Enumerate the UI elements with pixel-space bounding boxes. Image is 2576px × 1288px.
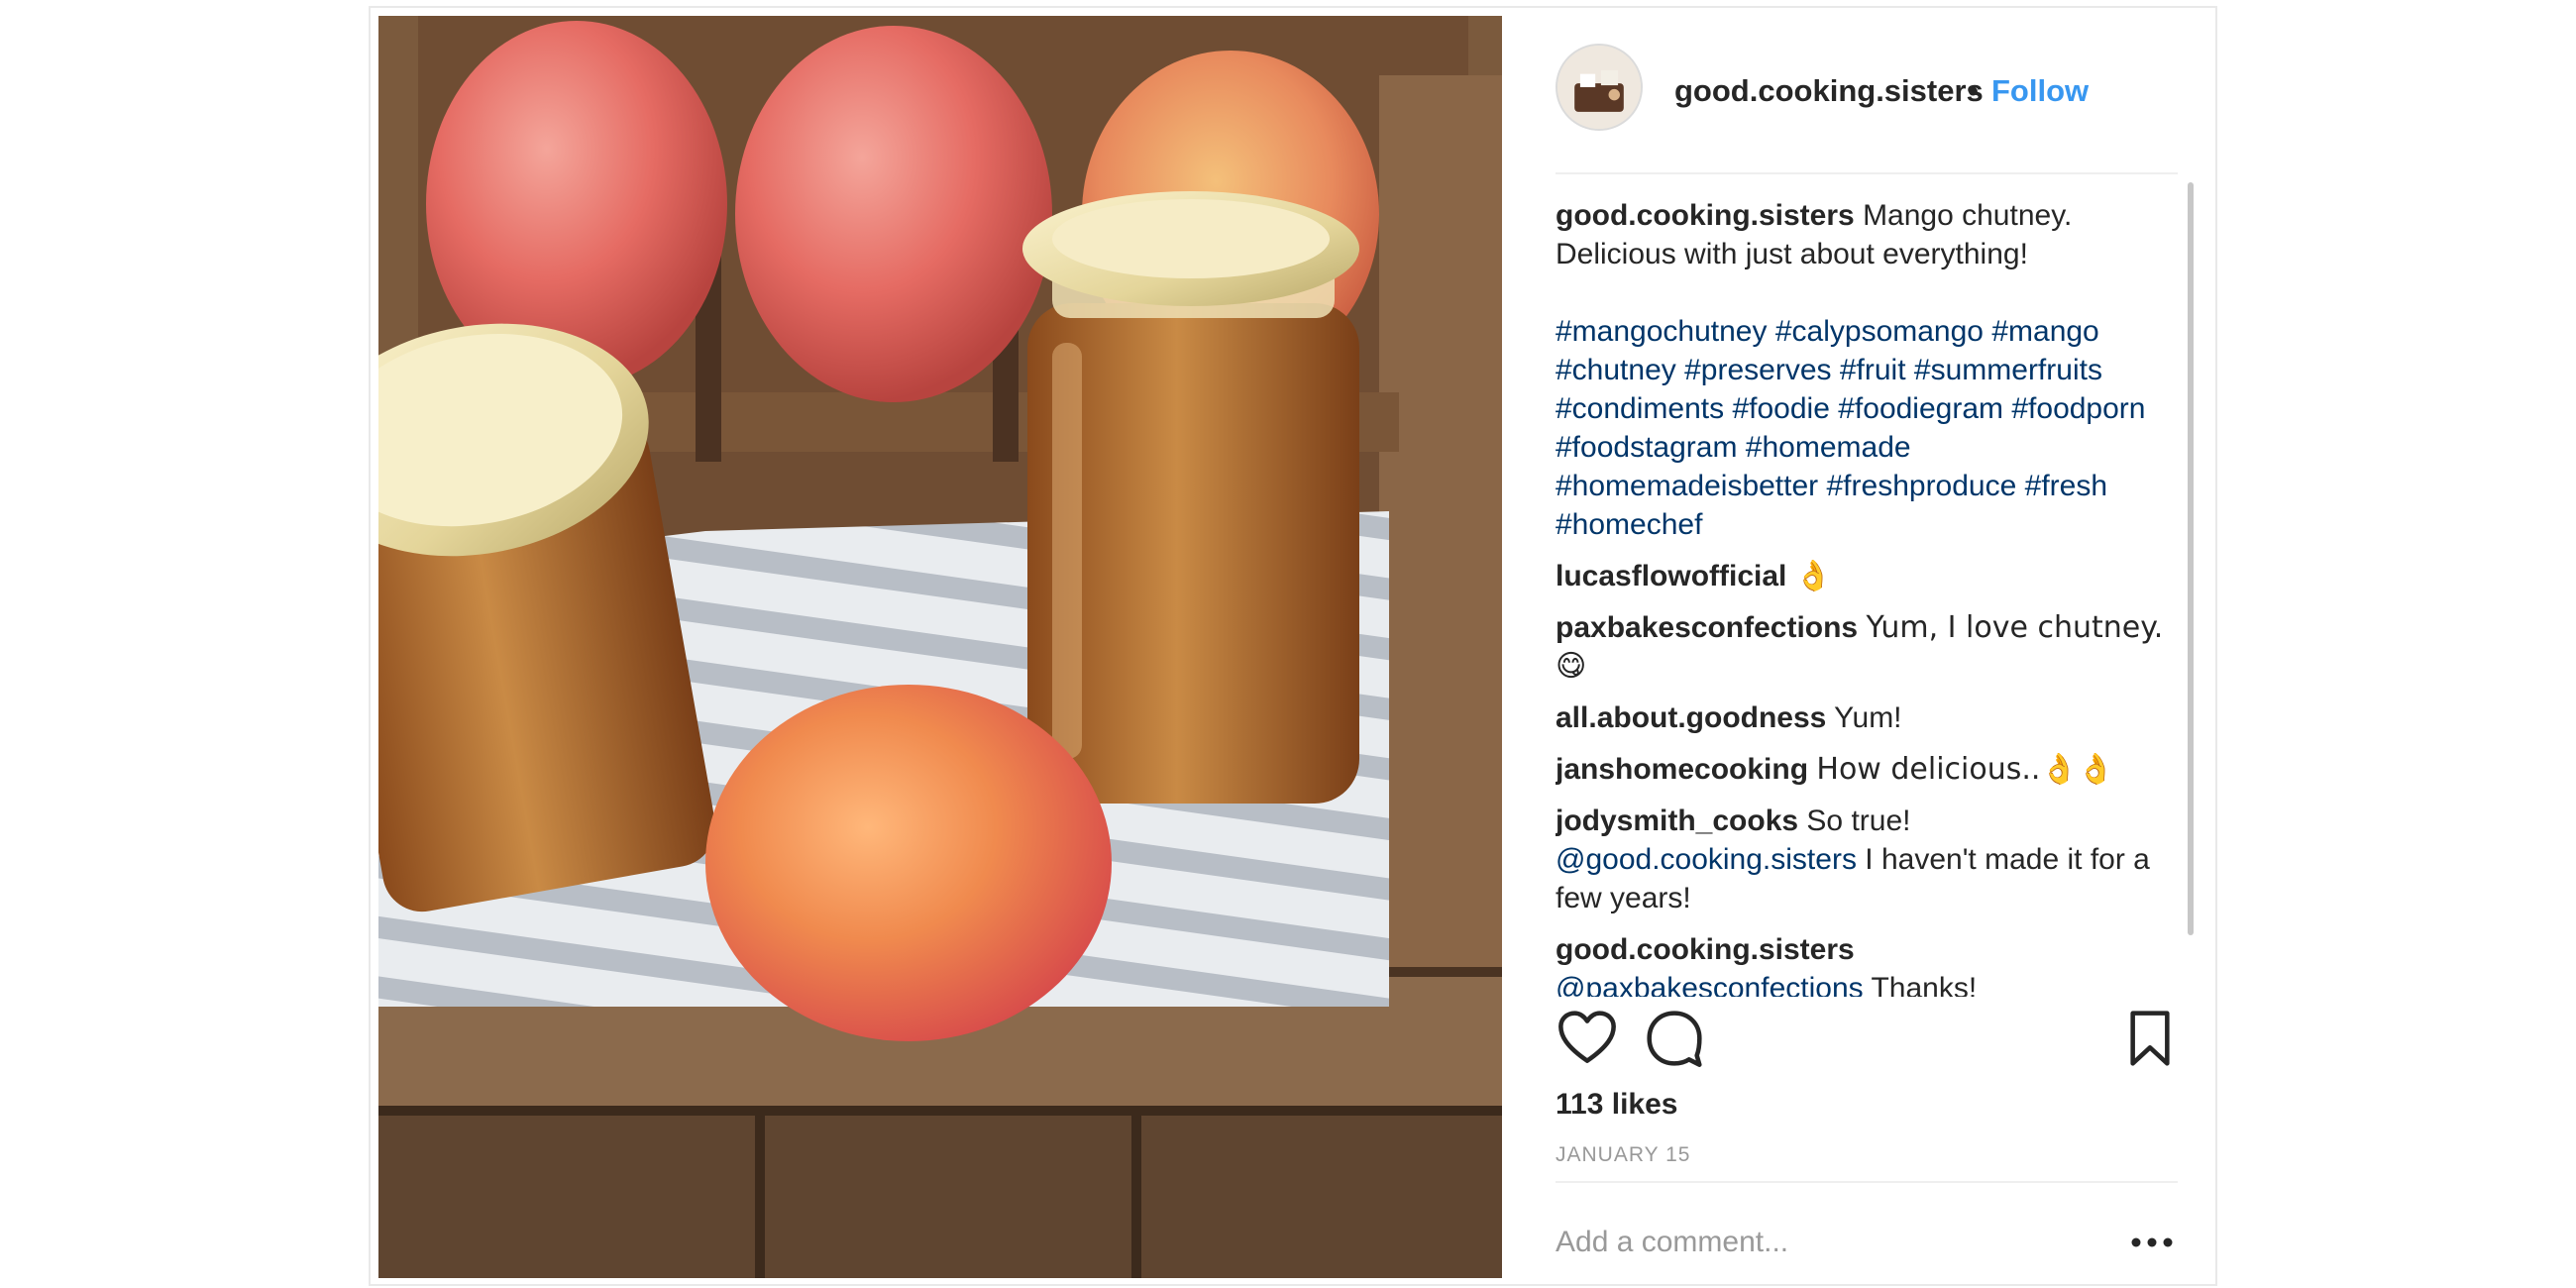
hashtag[interactable]: #mango	[1991, 315, 2098, 348]
hashtag[interactable]: #foodiegram	[1838, 392, 2003, 425]
hashtag[interactable]: #calypsomango	[1775, 315, 1984, 348]
hashtag[interactable]: #condiments	[1556, 392, 1724, 425]
comment-username[interactable]: lucasflowofficial	[1556, 560, 1786, 592]
comment-text: Thanks!	[1871, 972, 1978, 997]
caption: good.cooking.sisters Mango chutney. Deli…	[1556, 196, 2168, 273]
comment-username[interactable]: jodysmith_cooks	[1556, 805, 1798, 837]
hashtag[interactable]: #fresh	[2025, 470, 2107, 502]
header-username[interactable]: good.cooking.sisters	[1674, 73, 1984, 109]
post-date: JANUARY 15	[1556, 1143, 1691, 1166]
post-details-panel: good.cooking.sisters • Follow good.cooki…	[1508, 8, 2217, 1284]
heart-icon[interactable]	[1556, 1007, 1619, 1070]
speech-bubble-icon[interactable]	[1643, 1007, 1706, 1070]
comment-item: paxbakesconfections Yum, I love chutney.…	[1556, 608, 2168, 686]
hashtag[interactable]: #foodie	[1732, 392, 1829, 425]
hashtag[interactable]: #chutney	[1556, 354, 1676, 386]
comment-text: How delicious..👌👌	[1816, 752, 2115, 787]
comment-username[interactable]: janshomecooking	[1556, 753, 1808, 786]
comment-username[interactable]: all.about.goodness	[1556, 701, 1826, 734]
profile-avatar[interactable]	[1556, 44, 1643, 131]
comment-item: lucasflowofficial 👌	[1556, 557, 2168, 595]
hashtag[interactable]: #homemade	[1746, 431, 1911, 464]
more-options-icon[interactable]	[2122, 1223, 2182, 1262]
comment-text: Yum!	[1834, 701, 1902, 734]
hashtag[interactable]: #foodstagram	[1556, 431, 1737, 464]
caption-hashtags: #mangochutney #calypsomango #mango #chut…	[1556, 312, 2168, 544]
bookmark-icon[interactable]	[2118, 1007, 2182, 1070]
comment-item: good.cooking.sisters @paxbakesconfection…	[1556, 930, 2168, 997]
hashtag[interactable]: #fruit	[1840, 354, 1906, 386]
caption-username[interactable]: good.cooking.sisters	[1556, 199, 1855, 232]
avatar-image	[1557, 46, 1641, 129]
comment-item: jodysmith_cooks So true! @good.cooking.s…	[1556, 802, 2168, 917]
mango-chutney-photo	[378, 16, 1502, 1278]
comments-list[interactable]: good.cooking.sisters Mango chutney. Deli…	[1556, 196, 2168, 997]
comment-divider	[1556, 1181, 2178, 1183]
post-card: good.cooking.sisters • Follow good.cooki…	[369, 6, 2217, 1286]
comment-item: janshomecooking How delicious..👌👌	[1556, 750, 2168, 789]
post-photo[interactable]	[378, 16, 1502, 1278]
post-actions	[1508, 1007, 2217, 1086]
post-header: good.cooking.sisters • Follow	[1508, 8, 2217, 174]
comment-item: all.about.goodness Yum!	[1556, 698, 2168, 737]
hashtag[interactable]: #mangochutney	[1556, 315, 1768, 348]
hashtag[interactable]: #foodporn	[2011, 392, 2145, 425]
comment-username[interactable]: paxbakesconfections	[1556, 611, 1858, 644]
header-divider	[1556, 172, 2178, 174]
comment-mention[interactable]: @paxbakesconfections	[1556, 972, 1864, 997]
hashtag[interactable]: #homemadeisbetter	[1556, 470, 1818, 502]
hashtag[interactable]: #homechef	[1556, 508, 1702, 541]
hashtag[interactable]: #preserves	[1684, 354, 1831, 386]
comment-text: 👌	[1794, 559, 1833, 593]
comment-mention[interactable]: @good.cooking.sisters	[1556, 843, 1857, 876]
comment-text: So true!	[1806, 805, 1911, 837]
follow-button[interactable]: Follow	[1991, 73, 2089, 109]
header-separator: •	[1968, 73, 1979, 108]
hashtag[interactable]: #freshproduce	[1827, 470, 2017, 502]
hashtag[interactable]: #summerfruits	[1914, 354, 2102, 386]
likes-count[interactable]: 113 likes	[1556, 1088, 1677, 1122]
comment-username[interactable]: good.cooking.sisters	[1556, 933, 1855, 966]
comments-scrollbar[interactable]	[2188, 182, 2194, 935]
add-comment-input[interactable]	[1556, 1221, 2110, 1264]
